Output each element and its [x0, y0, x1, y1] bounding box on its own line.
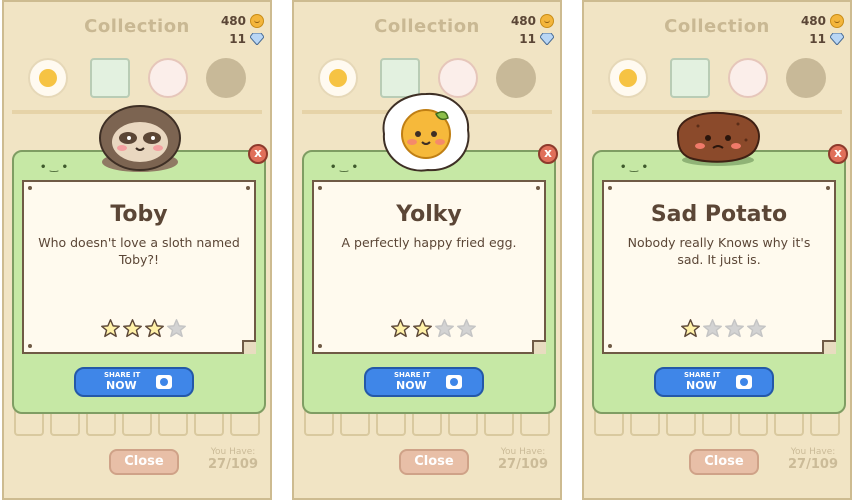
- star-filled-icon: [101, 319, 120, 338]
- you-have-count: 27/109: [498, 457, 548, 472]
- sloth-icon: [99, 105, 181, 172]
- star-empty-icon: [747, 319, 766, 338]
- share-now-button[interactable]: SHARE IT NOW: [364, 367, 484, 397]
- collection-progress: You Have: 27/109: [498, 447, 548, 472]
- you-have-count: 27/109: [788, 457, 838, 472]
- star-empty-icon: [457, 319, 476, 338]
- star-filled-icon: [391, 319, 410, 338]
- close-button[interactable]: Close: [689, 449, 759, 475]
- share-now-label: NOW: [106, 379, 137, 392]
- rarity-stars: [100, 318, 187, 339]
- close-card-button[interactable]: x: [248, 144, 268, 164]
- coin-icon: [830, 14, 844, 28]
- locked-item-icon: [496, 58, 536, 98]
- close-card-button[interactable]: x: [828, 144, 848, 164]
- collection-progress: You Have: 27/109: [788, 447, 838, 472]
- star-filled-icon: [123, 319, 142, 338]
- currency-display: 480 11: [774, 12, 844, 48]
- coin-count: 480: [220, 14, 246, 28]
- you-have-count: 27/109: [208, 457, 258, 472]
- character-name: Toby: [110, 202, 168, 227]
- gem-count: 11: [809, 32, 826, 46]
- camera-icon: [446, 375, 462, 389]
- star-empty-icon: [703, 319, 722, 338]
- character-name: Yolky: [396, 202, 462, 227]
- cat-icon[interactable]: [148, 58, 188, 98]
- star-filled-icon: [681, 319, 700, 338]
- star-empty-icon: [167, 319, 186, 338]
- diamond-icon: [250, 33, 264, 45]
- card-paper: Sad Potato Nobody really Knows why it's …: [602, 180, 836, 354]
- fried-egg-icon[interactable]: [28, 58, 68, 98]
- currency-display: 480 11: [194, 12, 264, 48]
- fried-egg-icon[interactable]: [318, 58, 358, 98]
- card-paper: Toby Who doesn't love a sloth named Toby…: [22, 180, 256, 354]
- close-card-button[interactable]: x: [538, 144, 558, 164]
- character-description: A perfectly happy fried egg.: [341, 235, 517, 250]
- share-now-label: NOW: [396, 379, 427, 392]
- character-name: Sad Potato: [650, 202, 788, 227]
- camera-icon: [156, 375, 172, 389]
- coin-icon: [250, 14, 264, 28]
- star-empty-icon: [435, 319, 454, 338]
- star-filled-icon: [145, 319, 164, 338]
- locked-item-icon: [206, 58, 246, 98]
- fried-egg-icon[interactable]: [608, 58, 648, 98]
- card-face-decoration: • ‿ •: [620, 162, 649, 173]
- camera-icon: [736, 375, 752, 389]
- you-have-label: You Have:: [790, 447, 836, 457]
- coin-count: 480: [510, 14, 536, 28]
- milk-carton-icon[interactable]: [90, 58, 130, 98]
- sad-potato-icon: [676, 111, 760, 166]
- cat-icon[interactable]: [728, 58, 768, 98]
- you-have-label: You Have:: [210, 447, 256, 457]
- fried-egg-icon: [382, 92, 470, 172]
- rarity-stars: [390, 318, 477, 339]
- character-description: Who doesn't love a sloth named Toby?!: [38, 235, 240, 267]
- share-now-button[interactable]: SHARE IT NOW: [74, 367, 194, 397]
- coin-icon: [540, 14, 554, 28]
- share-now-label: NOW: [686, 379, 717, 392]
- you-have-label: You Have:: [500, 447, 546, 457]
- share-label: SHARE IT: [104, 371, 141, 379]
- diamond-icon: [540, 33, 554, 45]
- rarity-stars: [680, 318, 767, 339]
- collection-screen-toby: Collection 480 11 • ‿ • x Toby Who doesn…: [2, 0, 272, 500]
- star-filled-icon: [413, 319, 432, 338]
- milk-carton-icon[interactable]: [670, 58, 710, 98]
- character-description: Nobody really Knows why it's sad. It jus…: [627, 235, 811, 267]
- card-face-decoration: • ‿ •: [330, 162, 359, 173]
- close-button[interactable]: Close: [399, 449, 469, 475]
- card-paper: Yolky A perfectly happy fried egg.: [312, 180, 546, 354]
- star-empty-icon: [725, 319, 744, 338]
- coin-count: 480: [800, 14, 826, 28]
- gem-count: 11: [229, 32, 246, 46]
- collection-screen-sad-potato: Collection 480 11 • ‿ • x Sad Potato Nob…: [582, 0, 852, 500]
- share-label: SHARE IT: [394, 371, 431, 379]
- share-label: SHARE IT: [684, 371, 721, 379]
- collection-screen-yolky: Collection 480 11 • ‿ • x Yolky A perfec…: [292, 0, 562, 500]
- locked-item-icon: [786, 58, 826, 98]
- card-face-decoration: • ‿ •: [40, 162, 69, 173]
- collection-shelf: [592, 52, 842, 114]
- diamond-icon: [830, 33, 844, 45]
- collection-progress: You Have: 27/109: [208, 447, 258, 472]
- share-now-button[interactable]: SHARE IT NOW: [654, 367, 774, 397]
- gem-count: 11: [519, 32, 536, 46]
- close-button[interactable]: Close: [109, 449, 179, 475]
- currency-display: 480 11: [484, 12, 554, 48]
